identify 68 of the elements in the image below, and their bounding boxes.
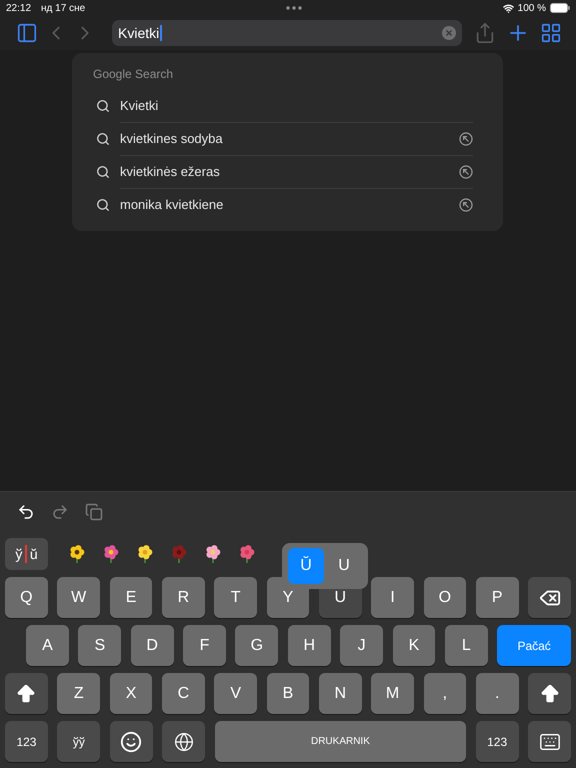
- candidate-right: ŭ: [30, 544, 38, 564]
- key[interactable]: E: [110, 577, 152, 618]
- return-key[interactable]: Pačać: [497, 625, 571, 666]
- key[interactable]: H: [288, 625, 331, 666]
- address-text: Kvietki: [118, 24, 160, 42]
- key[interactable]: X: [110, 673, 152, 714]
- suggestion-text: Kvietki: [120, 96, 158, 115]
- key[interactable]: G: [235, 625, 278, 666]
- key[interactable]: T: [214, 577, 258, 618]
- shift-icon: [15, 682, 38, 704]
- address-field[interactable]: Kvietki: [112, 20, 462, 46]
- suggestion-item[interactable]: kvietkinės ežeras: [90, 155, 485, 188]
- key[interactable]: I: [371, 577, 414, 618]
- globe-key[interactable]: [162, 721, 206, 762]
- search-icon: [96, 98, 110, 112]
- key[interactable]: Q: [5, 577, 48, 618]
- shift-key[interactable]: [5, 673, 48, 714]
- key[interactable]: M: [371, 673, 414, 714]
- candidate-left: ў: [15, 544, 22, 564]
- emoji-icon: [120, 730, 142, 752]
- suggestion-text: kvietkines sodyba: [120, 130, 223, 148]
- key[interactable]: D: [130, 625, 174, 666]
- key[interactable]: J: [340, 625, 384, 666]
- key[interactable]: N: [318, 673, 362, 714]
- function-key[interactable]: 123: [476, 721, 519, 762]
- undo-icon[interactable]: [17, 502, 35, 520]
- accent-option[interactable]: Ŭ: [288, 548, 324, 584]
- suggestions-header: Google Search: [93, 66, 174, 83]
- wifi-icon: [502, 2, 514, 14]
- key[interactable]: B: [266, 673, 310, 714]
- space-key[interactable]: DRUKARNIK: [214, 721, 466, 762]
- key[interactable]: P: [476, 577, 519, 618]
- candidate-chip[interactable]: ў ŭ: [5, 538, 48, 570]
- key[interactable]: O: [424, 577, 466, 618]
- shift-key[interactable]: [528, 673, 571, 714]
- battery-percent: 100 %: [518, 2, 546, 16]
- shift-icon: [538, 682, 561, 704]
- suggestion-item[interactable]: monika kvietkiene: [90, 188, 485, 221]
- function-key[interactable]: ўў: [57, 721, 100, 762]
- key[interactable]: C: [162, 673, 205, 714]
- suggestion-text: kvietkinės ežeras: [120, 163, 220, 182]
- key[interactable]: L: [444, 625, 488, 666]
- suggestion-item[interactable]: Kvietki: [90, 89, 485, 122]
- suggestion-item[interactable]: kvietkines sodyba: [90, 122, 485, 155]
- multitask-dots-icon[interactable]: [286, 6, 302, 10]
- key[interactable]: ,: [424, 673, 466, 714]
- status-date: нд 17 сне: [41, 2, 86, 16]
- globe-icon: [174, 732, 194, 752]
- search-icon: [96, 164, 110, 178]
- key[interactable]: W: [57, 577, 100, 618]
- suggestion-text: monika kvietkiene: [120, 196, 224, 214]
- hide-key[interactable]: [528, 721, 572, 762]
- key[interactable]: S: [78, 625, 122, 666]
- key[interactable]: .: [476, 673, 519, 714]
- search-icon: [96, 132, 110, 146]
- key[interactable]: V: [214, 673, 258, 714]
- key[interactable]: F: [183, 625, 226, 666]
- emoji-key[interactable]: [110, 721, 153, 762]
- key[interactable]: Z: [57, 673, 100, 714]
- status-time: 22:12: [6, 2, 32, 16]
- search-icon: [96, 198, 110, 212]
- battery-icon: [550, 3, 570, 13]
- function-key[interactable]: 123: [5, 721, 48, 762]
- key[interactable]: K: [392, 625, 436, 666]
- backspace-key[interactable]: [528, 577, 571, 618]
- key[interactable]: R: [162, 577, 205, 618]
- blossom-icon[interactable]: [204, 545, 222, 563]
- key[interactable]: A: [26, 625, 69, 666]
